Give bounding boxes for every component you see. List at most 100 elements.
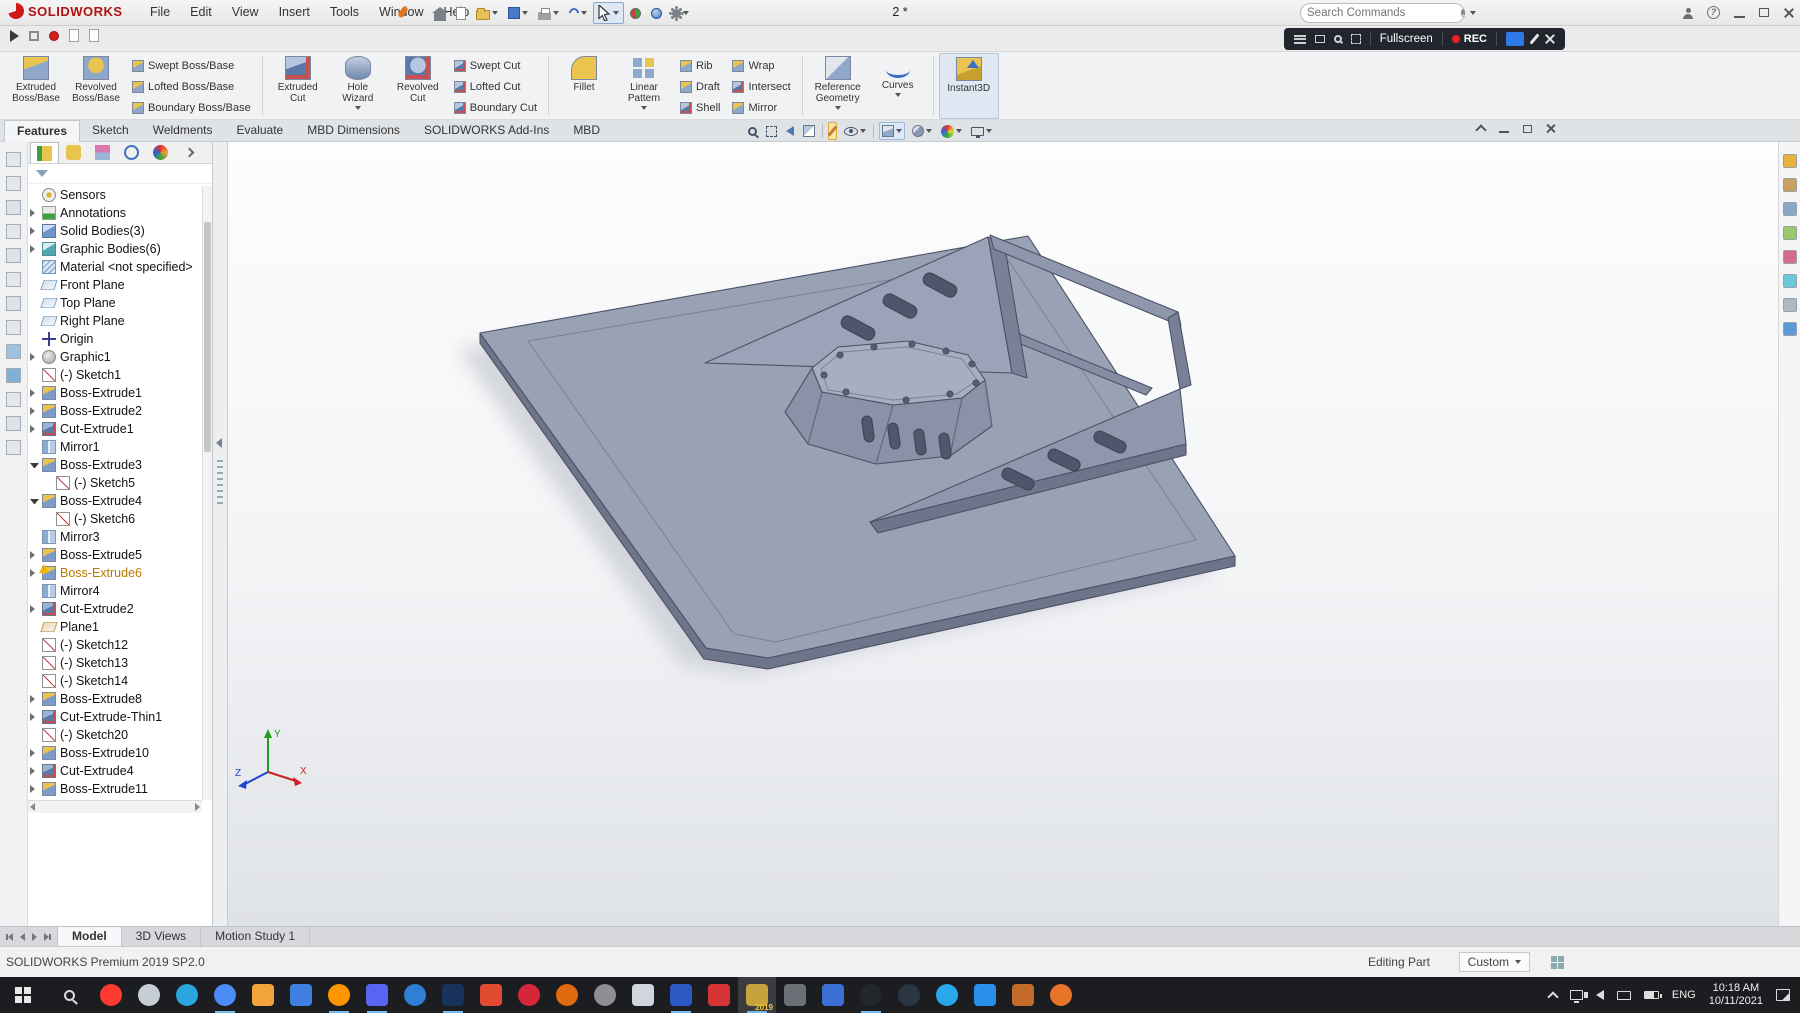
dock-tool-3-icon[interactable] <box>6 200 21 215</box>
feature-tree-item[interactable]: Top Plane <box>28 294 202 312</box>
zoom-to-fit-button[interactable] <box>746 122 759 140</box>
recorder-window-icon[interactable] <box>1315 35 1325 43</box>
boundary-boss-base-button[interactable]: Boundary Boss/Base <box>126 97 257 118</box>
taskbar-app-telegram[interactable] <box>168 977 206 1013</box>
taskbar-app-files[interactable] <box>244 977 282 1013</box>
taskbar-app-opera[interactable] <box>92 977 130 1013</box>
taskbar-app-flame[interactable] <box>1042 977 1080 1013</box>
taskbar-app-rust[interactable] <box>1004 977 1042 1013</box>
doc-close-button[interactable] <box>1546 124 1556 134</box>
custom-properties-icon[interactable] <box>1783 298 1797 312</box>
save-button[interactable] <box>504 2 532 24</box>
revolved-cut-button[interactable]: Revolved Cut <box>388 53 448 119</box>
menu-item[interactable]: Edit <box>180 0 222 25</box>
network-icon[interactable] <box>1570 990 1583 1000</box>
feature-tree-item[interactable]: Origin <box>28 330 202 348</box>
taskbar-app-visual-studio[interactable] <box>966 977 1004 1013</box>
splitter-handle-icon[interactable] <box>217 460 223 506</box>
revolved-boss-base-button[interactable]: Revolved Boss/Base <box>66 53 126 119</box>
feature-tree-item[interactable]: Boss-Extrude10 <box>28 744 202 762</box>
start-button[interactable] <box>0 977 46 1013</box>
recorder-close-icon[interactable] <box>1545 34 1555 44</box>
taskbar-app-skype[interactable] <box>928 977 966 1013</box>
shell-button[interactable]: Shell <box>674 97 726 118</box>
feature-tree-item[interactable]: Cut-Extrude-Thin1 <box>28 708 202 726</box>
section-view-button[interactable] <box>801 122 817 140</box>
keyboard-icon[interactable] <box>1617 991 1631 1000</box>
document-tab[interactable]: 3D Views <box>122 927 201 946</box>
expand-arrow-icon[interactable] <box>30 389 39 397</box>
tab-property-manager[interactable] <box>59 142 88 163</box>
run-macro-icon[interactable] <box>10 30 19 42</box>
dock-tool-4-icon[interactable] <box>6 224 21 239</box>
chevron-down-icon[interactable] <box>1470 11 1476 15</box>
dock-tool-9-icon[interactable] <box>6 344 21 359</box>
recorder-menu-icon[interactable] <box>1294 35 1306 44</box>
record-button[interactable]: REC <box>1452 33 1487 45</box>
dock-tool-2-icon[interactable] <box>6 176 21 191</box>
view-settings-button[interactable] <box>969 122 994 140</box>
graphics-viewport[interactable]: Y X Z <box>228 142 1778 926</box>
edit-macro-icon[interactable] <box>89 29 99 42</box>
menu-item[interactable]: Tools <box>320 0 369 25</box>
expand-arrow-icon[interactable] <box>30 425 39 433</box>
feature-tree-item[interactable]: Sensors <box>28 186 202 204</box>
volume-icon[interactable] <box>1596 990 1604 1000</box>
feature-tree-item[interactable]: Graphic1 <box>28 348 202 366</box>
wrap-button[interactable]: Wrap <box>726 55 796 76</box>
ribbon-tab[interactable]: Weldments <box>141 120 225 142</box>
close-button[interactable] <box>1783 7 1794 18</box>
feature-tree-item[interactable]: Boss-Extrude3 <box>28 456 202 474</box>
recorder-draw-icon[interactable] <box>1529 33 1539 44</box>
linear-pattern-button[interactable]: Linear Pattern <box>614 53 674 119</box>
help-icon[interactable]: ? <box>1707 6 1720 19</box>
scene-icon[interactable] <box>1783 274 1797 288</box>
new-document-button[interactable] <box>452 2 470 24</box>
dock-tool-6-icon[interactable] <box>6 272 21 287</box>
expand-arrow-icon[interactable] <box>30 407 39 415</box>
doc-restore-button[interactable] <box>1523 125 1532 133</box>
lofted-cut-button[interactable]: Lofted Cut <box>448 76 543 97</box>
dock-tool-12-icon[interactable] <box>6 416 21 431</box>
expand-arrow-icon[interactable] <box>30 749 39 757</box>
tree-horizontal-scrollbar[interactable] <box>28 800 202 813</box>
scroll-right-icon[interactable] <box>195 803 200 811</box>
lofted-boss-base-button[interactable]: Lofted Boss/Base <box>126 76 257 97</box>
previous-view-button[interactable] <box>784 122 796 140</box>
draft-button[interactable]: Draft <box>674 76 726 97</box>
expand-arrow-icon[interactable] <box>30 785 39 793</box>
feature-tree-item[interactable]: Boss-Extrude2 <box>28 402 202 420</box>
previous-tab-icon[interactable] <box>20 933 25 941</box>
hole-wizard-button[interactable]: Hole Wizard <box>328 53 388 119</box>
fillet-button[interactable]: Fillet <box>554 53 614 119</box>
ribbon-tab[interactable]: Sketch <box>80 120 141 142</box>
curves-button[interactable]: Curves <box>868 53 928 119</box>
feature-tree-item[interactable]: Boss-Extrude6 <box>28 564 202 582</box>
feature-tree-item[interactable]: Boss-Extrude1 <box>28 384 202 402</box>
taskbar-app-opera-gx[interactable] <box>510 977 548 1013</box>
taskbar-app-obs[interactable] <box>852 977 890 1013</box>
taskbar-app-solidworks[interactable]: 2019 <box>738 977 776 1013</box>
tab-feature-manager[interactable] <box>30 142 59 163</box>
search-icon[interactable] <box>1461 9 1465 17</box>
recorder-mode-label[interactable]: Fullscreen <box>1380 33 1433 45</box>
dock-tool-5-icon[interactable] <box>6 248 21 263</box>
taskbar-app-discord[interactable] <box>358 977 396 1013</box>
ribbon-tab[interactable]: MBD Dimensions <box>295 120 412 142</box>
user-account-icon[interactable] <box>1683 14 1693 19</box>
swept-boss-base-button[interactable]: Swept Boss/Base <box>126 55 257 76</box>
view-palette-icon[interactable] <box>1783 226 1797 240</box>
zoom-to-area-button[interactable] <box>764 122 779 140</box>
battery-icon[interactable] <box>1644 991 1659 999</box>
collapse-ribbon-icon[interactable] <box>1475 124 1486 135</box>
feature-tree-item[interactable]: Graphic Bodies(6) <box>28 240 202 258</box>
expand-arrow-icon[interactable] <box>30 245 39 253</box>
taskbar-app-paint[interactable] <box>624 977 662 1013</box>
language-indicator[interactable]: ENG <box>1672 989 1696 1001</box>
dock-tool-7-icon[interactable] <box>6 296 21 311</box>
options-button[interactable] <box>668 2 693 24</box>
taskbar-app-tools[interactable] <box>776 977 814 1013</box>
feature-tree-item[interactable]: Material <not specified> <box>28 258 202 276</box>
edit-appearance-button[interactable] <box>939 122 964 140</box>
feature-tree-item[interactable]: Front Plane <box>28 276 202 294</box>
